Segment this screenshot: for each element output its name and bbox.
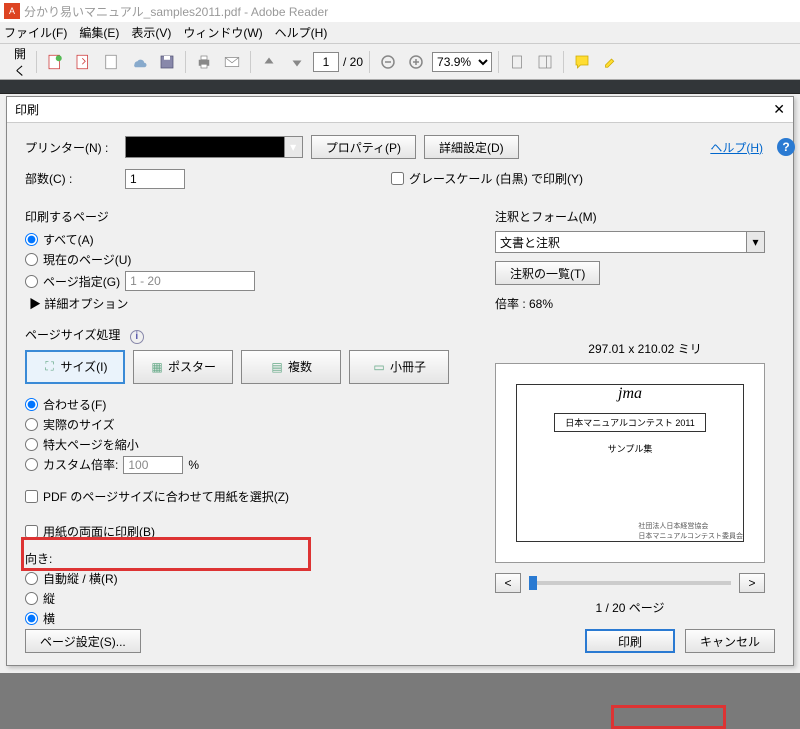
summarize-comments-button[interactable]: 注釈の一覧(T) [495,261,600,285]
radio-shrink[interactable] [25,438,38,451]
print-icon[interactable] [192,50,216,74]
advanced-settings-button[interactable]: 詳細設定(D) [424,135,519,159]
size-section-title: ページサイズ処理 [25,328,120,342]
booklet-icon: ▭ [372,360,386,374]
preview-slider[interactable] [529,581,731,585]
zoom-select[interactable]: 73.9% [432,52,492,72]
radio-orient-portrait[interactable] [25,592,38,605]
cloud-icon[interactable] [127,50,151,74]
create-pdf-icon[interactable] [43,50,67,74]
annotation-highlight [611,705,726,729]
comments-combo[interactable]: 文書と注釈 ▾ [495,231,765,253]
menu-file[interactable]: ファイル(F) [4,24,67,41]
panel-icon[interactable] [533,50,557,74]
orientation-label: 向き: [25,550,465,567]
choose-paper-checkbox[interactable] [25,490,38,503]
print-button[interactable]: 印刷 [585,629,675,653]
page-number-input[interactable] [313,52,339,72]
toolbar: 開く / 20 73.9% [0,44,800,80]
comments-section-title: 注釈とフォーム(M) [495,208,795,225]
chevron-down-icon: ▾ [746,232,764,252]
page-down-icon[interactable] [285,50,309,74]
pdf-icon: A [4,3,20,19]
menu-window[interactable]: ウィンドウ(W) [183,24,262,41]
close-icon[interactable]: ✕ [773,101,785,118]
tools-icon[interactable] [505,50,529,74]
radio-current[interactable] [25,253,38,266]
radio-all[interactable] [25,233,38,246]
page-setup-button[interactable]: ページ設定(S)... [25,629,141,653]
preview-subtitle: サンプル集 [608,442,653,455]
logo-icon: jma [618,385,642,403]
multi-icon: ▤ [270,360,284,374]
page-total: / 20 [343,55,363,69]
poster-icon: ▦ [150,360,164,374]
copies-label: 部数(C) : [25,170,117,187]
open-button[interactable]: 開く [6,50,30,74]
menu-view[interactable]: 表示(V) [131,24,171,41]
print-dialog: 印刷 ✕ プリンター(N) : ▾ プロパティ(P) 詳細設定(D) ヘルプ(H… [6,96,794,666]
zoom-out-icon[interactable] [376,50,400,74]
menu-edit[interactable]: 編集(E) [79,24,119,41]
scale-label: 倍率 : 68% [495,295,795,312]
titlebar: A 分かり易いマニュアル_samples2011.pdf - Adobe Rea… [0,0,800,22]
radio-range[interactable] [25,275,38,288]
menubar: ファイル(F) 編集(E) 表示(V) ウィンドウ(W) ヘルプ(H) [0,22,800,44]
size-icon: ⛶ [43,360,57,374]
paper-size-label: 297.01 x 210.02 ミリ [495,340,795,357]
tab-poster[interactable]: ▦ポスター [133,350,233,384]
page-up-icon[interactable] [257,50,281,74]
tab-size[interactable]: ⛶サイズ(I) [25,350,125,384]
save-icon[interactable] [155,50,179,74]
help-link[interactable]: ヘルプ(H) [710,139,763,156]
highlight-icon[interactable] [598,50,622,74]
printer-select[interactable]: ▾ [125,136,303,158]
radio-fit[interactable] [25,398,38,411]
mail-icon[interactable] [220,50,244,74]
print-preview: jma 日本マニュアルコンテスト 2011 サンプル集 社団法人日本経営協会日本… [495,363,765,563]
zoom-in-icon[interactable] [404,50,428,74]
chevron-down-icon: ▾ [284,137,302,157]
dialog-title: 印刷 [15,101,39,118]
window-title: 分かり易いマニュアル_samples2011.pdf - Adobe Reade… [24,3,328,20]
properties-button[interactable]: プロパティ(P) [311,135,416,159]
radio-custom[interactable] [25,458,38,471]
tab-multiple[interactable]: ▤複数 [241,350,341,384]
info-icon[interactable]: i [130,330,144,344]
help-icon[interactable]: ? [777,138,795,156]
preview-title: 日本マニュアルコンテスト 2011 [554,413,705,432]
export-icon[interactable] [71,50,95,74]
tab-booklet[interactable]: ▭小冊子 [349,350,449,384]
copies-input[interactable] [125,169,185,189]
advanced-options-toggle[interactable]: ▶ 詳細オプション [29,295,465,312]
custom-scale-input[interactable] [123,456,183,474]
comment-icon[interactable] [570,50,594,74]
doc-icon[interactable] [99,50,123,74]
radio-actual[interactable] [25,418,38,431]
radio-orient-landscape[interactable] [25,612,38,625]
radio-orient-auto[interactable] [25,572,38,585]
grayscale-checkbox[interactable] [391,172,404,185]
duplex-checkbox[interactable] [25,525,38,538]
preview-prev-button[interactable]: < [495,573,521,593]
menu-help[interactable]: ヘルプ(H) [275,24,328,41]
preview-page-info: 1 / 20 ページ [495,599,765,616]
printer-label: プリンター(N) : [25,139,117,156]
cancel-button[interactable]: キャンセル [685,629,775,653]
preview-footer: 社団法人日本経営協会日本マニュアルコンテスト委員会 [638,521,743,541]
page-range-input[interactable] [125,271,255,291]
pages-section-title: 印刷するページ [25,208,465,225]
preview-next-button[interactable]: > [739,573,765,593]
